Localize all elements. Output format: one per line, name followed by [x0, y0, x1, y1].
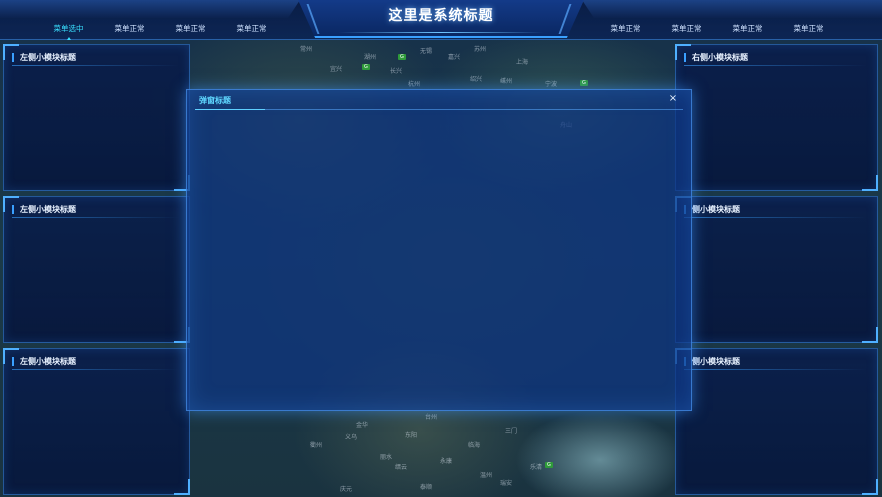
left-panel-2: 左侧小模块标题: [3, 196, 190, 343]
right-panel-2: 侧小模块标题: [675, 196, 878, 343]
map-label: 杭州: [408, 81, 421, 88]
header-left-band: [0, 0, 300, 18]
left-panel-1: 左侧小模块标题: [3, 44, 190, 191]
nav-item[interactable]: 菜单正常: [717, 23, 778, 35]
map-label: 嵊州: [500, 78, 513, 85]
map-label: 宜兴: [330, 66, 343, 73]
panel-title: 左侧小模块标题: [12, 53, 76, 62]
map-label: 缙云: [395, 464, 408, 471]
map-label: 瑞安: [500, 480, 513, 487]
panel-divider: [12, 65, 179, 66]
nav-item[interactable]: 菜单正常: [160, 23, 221, 35]
map-road-badge: G: [362, 64, 370, 70]
map-label: 乐清: [530, 464, 543, 471]
map-label: 衢州: [310, 442, 323, 449]
panel-divider: [12, 217, 179, 218]
map-label: 临海: [468, 442, 481, 449]
map-label: 丽水: [380, 454, 393, 461]
panel-title: 侧小模块标题: [684, 357, 740, 366]
map-label: 长兴: [390, 68, 403, 75]
panel-divider: [684, 217, 867, 218]
map-label: 永康: [440, 458, 453, 465]
panel-divider: [684, 65, 867, 66]
left-panel-3: 左侧小模块标题: [3, 348, 190, 495]
map-road-badge: G: [580, 80, 588, 86]
map-road-badge: G: [545, 462, 553, 468]
nav-item[interactable]: 菜单正常: [221, 23, 282, 35]
nav-item-selected[interactable]: 菜单选中: [38, 23, 99, 40]
map-label: 苏州: [474, 46, 487, 53]
map-label: 台州: [425, 414, 438, 421]
panel-title: 左侧小模块标题: [12, 357, 76, 366]
dialog-popup: 弹窗标题 ×: [186, 89, 692, 411]
nav-item[interactable]: 菜单正常: [778, 23, 839, 35]
dialog-title: 弹窗标题: [199, 96, 231, 105]
map-label: 宁波: [545, 81, 558, 88]
panel-title: 左侧小模块标题: [12, 205, 76, 214]
map-label: 温州: [480, 472, 493, 479]
panel-divider: [12, 369, 179, 370]
map-label: 东阳: [405, 432, 418, 439]
map-label: 湖州: [364, 54, 377, 61]
map-label: 义乌: [345, 434, 358, 441]
map-road-badge: G: [398, 54, 406, 60]
header-right-band: [582, 0, 882, 18]
map-label: 无锡: [420, 48, 433, 55]
map-label: 常州: [300, 46, 313, 53]
nav-item[interactable]: 菜单正常: [656, 23, 717, 35]
nav-right: 菜单正常 菜单正常 菜单正常 菜单正常: [595, 23, 839, 35]
map-label: 绍兴: [470, 76, 483, 83]
map-label: 三门: [505, 428, 518, 435]
right-panel-1: 右侧小模块标题: [675, 44, 878, 191]
map-label: 上海: [516, 59, 529, 66]
panel-title: 右侧小模块标题: [684, 53, 748, 62]
close-icon[interactable]: ×: [667, 93, 679, 105]
map-label: 嘉兴: [448, 54, 461, 61]
map-label: 庆元: [340, 486, 353, 493]
nav-left: 菜单选中 菜单正常 菜单正常 菜单正常: [38, 23, 282, 40]
right-panel-3: 侧小模块标题: [675, 348, 878, 495]
nav-item[interactable]: 菜单正常: [595, 23, 656, 35]
panel-divider: [684, 369, 867, 370]
map-label: 泰顺: [420, 484, 433, 491]
dialog-header: 弹窗标题 ×: [195, 90, 683, 110]
system-title: 这里是系统标题: [388, 8, 494, 24]
map-label: 金华: [356, 422, 369, 429]
app-header: 这里是系统标题 菜单选中 菜单正常 菜单正常 菜单正常 菜单正常 菜单正常 菜单…: [0, 0, 882, 40]
nav-item[interactable]: 菜单正常: [99, 23, 160, 35]
panel-title: 侧小模块标题: [684, 205, 740, 214]
